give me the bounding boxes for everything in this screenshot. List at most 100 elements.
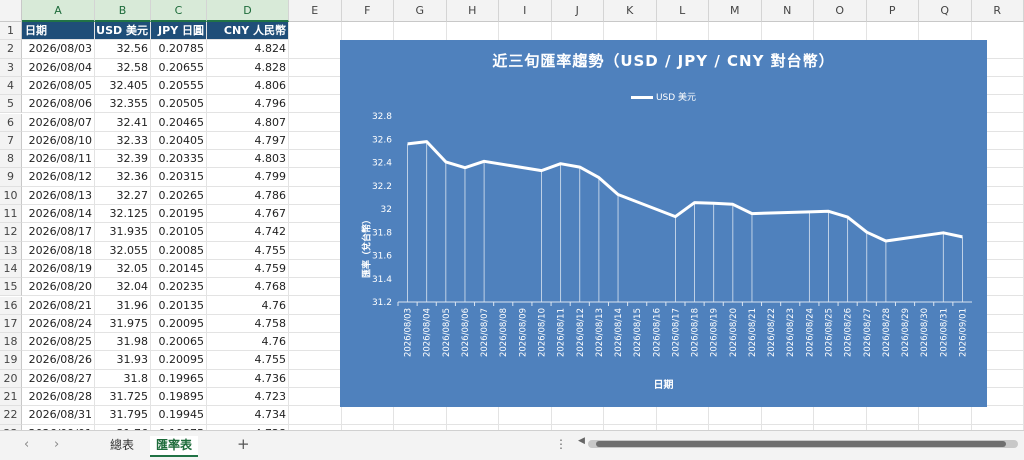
column-header-l[interactable]: L: [656, 0, 709, 22]
column-header-h[interactable]: H: [446, 0, 499, 22]
data-cell[interactable]: 2026/08/31: [22, 406, 95, 423]
row-header-11[interactable]: 11: [0, 205, 22, 224]
column-header-g[interactable]: G: [394, 0, 447, 22]
data-cell[interactable]: 0.19895: [151, 388, 207, 405]
column-header-m[interactable]: M: [709, 0, 762, 22]
column-header-n[interactable]: N: [761, 0, 814, 22]
data-cell[interactable]: 4.803: [207, 150, 289, 167]
spreadsheet-grid[interactable]: ABCDEFGHIJKLMNOPQR 1 2 3 4 5 6 7 8 9 10 11 12 13 14 15…: [0, 0, 1024, 430]
column-header-o[interactable]: O: [814, 0, 867, 22]
data-cell[interactable]: 2026/08/18: [22, 242, 95, 259]
data-cell[interactable]: 0.20235: [151, 278, 207, 295]
data-cell[interactable]: 32.05: [95, 260, 151, 277]
data-cell[interactable]: 4.797: [207, 132, 289, 149]
column-header-k[interactable]: K: [604, 0, 657, 22]
exchange-rate-chart[interactable]: 31.2 31.4 31.6 31.8 32 32.2 32.4 32.6 32.8 2026/0…: [340, 40, 987, 407]
data-cell[interactable]: 4.786: [207, 187, 289, 204]
data-cell[interactable]: 0.20555: [151, 77, 207, 94]
data-cell[interactable]: 0.20195: [151, 205, 207, 222]
column-title-cell[interactable]: JPY 日圓: [151, 22, 207, 39]
column-header-d[interactable]: D: [207, 0, 289, 22]
data-cell[interactable]: 2026/08/21: [22, 297, 95, 314]
data-cell[interactable]: 31.98: [95, 333, 151, 350]
row-header-19[interactable]: 19: [0, 351, 22, 370]
row-header-20[interactable]: 20: [0, 369, 22, 388]
data-cell[interactable]: 4.736: [207, 370, 289, 387]
column-header-r[interactable]: R: [971, 0, 1024, 22]
data-cell[interactable]: 4.806: [207, 77, 289, 94]
row-header-5[interactable]: 5: [0, 95, 22, 114]
data-cell[interactable]: 32.36: [95, 168, 151, 185]
data-cell[interactable]: 2026/08/20: [22, 278, 95, 295]
data-cell[interactable]: 32.56: [95, 40, 151, 57]
data-cell[interactable]: 0.20505: [151, 95, 207, 112]
data-cell[interactable]: 0.20065: [151, 333, 207, 350]
data-cell[interactable]: 4.734: [207, 406, 289, 423]
data-cell[interactable]: 4.767: [207, 205, 289, 222]
data-cell[interactable]: 0.20335: [151, 150, 207, 167]
column-header-i[interactable]: I: [499, 0, 552, 22]
data-cell[interactable]: 32.405: [95, 77, 151, 94]
data-cell[interactable]: 2026/08/19: [22, 260, 95, 277]
data-cell[interactable]: 2026/08/06: [22, 95, 95, 112]
row-header-22[interactable]: 22: [0, 406, 22, 425]
row-header-10[interactable]: 10: [0, 186, 22, 205]
data-cell[interactable]: 32.39: [95, 150, 151, 167]
data-cell[interactable]: 2026/08/26: [22, 351, 95, 368]
data-cell[interactable]: 2026/08/28: [22, 388, 95, 405]
add-sheet-button[interactable]: +: [237, 435, 250, 453]
tab-exchange-rate[interactable]: 匯率表: [150, 436, 199, 457]
data-cell[interactable]: 4.796: [207, 95, 289, 112]
column-title-cell[interactable]: 日期: [22, 22, 95, 39]
data-cell[interactable]: 0.19965: [151, 370, 207, 387]
column-header-c[interactable]: C: [151, 0, 207, 22]
row-header-18[interactable]: 18: [0, 333, 22, 352]
column-title-cell[interactable]: CNY 人民幣: [207, 22, 289, 39]
tab-splitter-icon[interactable]: ⋮: [555, 437, 567, 451]
data-cell[interactable]: 32.125: [95, 205, 151, 222]
row-header-21[interactable]: 21: [0, 388, 22, 407]
row-header-2[interactable]: 2: [0, 40, 22, 59]
row-header-8[interactable]: 8: [0, 150, 22, 169]
data-cell[interactable]: 4.799: [207, 168, 289, 185]
data-cell[interactable]: 4.824: [207, 40, 289, 57]
row-header-4[interactable]: 4: [0, 76, 22, 96]
data-cell[interactable]: 32.355: [95, 95, 151, 112]
data-cell[interactable]: 31.725: [95, 388, 151, 405]
data-cell[interactable]: 0.20095: [151, 351, 207, 368]
data-cell[interactable]: 0.20135: [151, 297, 207, 314]
data-cell[interactable]: 2026/08/14: [22, 205, 95, 222]
column-title-cell[interactable]: USD 美元: [95, 22, 151, 39]
data-cell[interactable]: 32.27: [95, 187, 151, 204]
data-cell[interactable]: 2026/08/03: [22, 40, 95, 57]
data-cell[interactable]: 31.795: [95, 406, 151, 423]
column-header-q[interactable]: Q: [919, 0, 972, 22]
data-cell[interactable]: 32.04: [95, 278, 151, 295]
data-cell[interactable]: 4.758: [207, 315, 289, 332]
data-cell[interactable]: 0.20085: [151, 242, 207, 259]
data-cell[interactable]: 31.935: [95, 223, 151, 240]
row-header-17[interactable]: 17: [0, 314, 22, 334]
data-cell[interactable]: 2026/08/25: [22, 333, 95, 350]
column-header-j[interactable]: J: [551, 0, 604, 22]
data-cell[interactable]: 0.20655: [151, 59, 207, 76]
scroll-left-icon[interactable]: ◀: [578, 436, 585, 446]
row-header-9[interactable]: 9: [0, 168, 22, 187]
data-cell[interactable]: 4.76: [207, 333, 289, 350]
select-all-corner[interactable]: [0, 0, 22, 22]
horizontal-scrollbar[interactable]: [588, 440, 1018, 448]
data-cell[interactable]: 0.20265: [151, 187, 207, 204]
data-cell[interactable]: 2026/08/17: [22, 223, 95, 240]
data-cell[interactable]: 0.20405: [151, 132, 207, 149]
column-header-e[interactable]: E: [289, 0, 342, 22]
data-cell[interactable]: 2026/08/05: [22, 77, 95, 94]
row-header-12[interactable]: 12: [0, 223, 22, 242]
data-cell[interactable]: 31.93: [95, 351, 151, 368]
row-header-1[interactable]: 1: [0, 22, 22, 41]
data-cell[interactable]: 0.20315: [151, 168, 207, 185]
data-cell[interactable]: 31.96: [95, 297, 151, 314]
data-cell[interactable]: 2026/08/10: [22, 132, 95, 149]
row-header-7[interactable]: 7: [0, 131, 22, 151]
data-cell[interactable]: 2026/08/11: [22, 150, 95, 167]
data-cell[interactable]: 0.20105: [151, 223, 207, 240]
